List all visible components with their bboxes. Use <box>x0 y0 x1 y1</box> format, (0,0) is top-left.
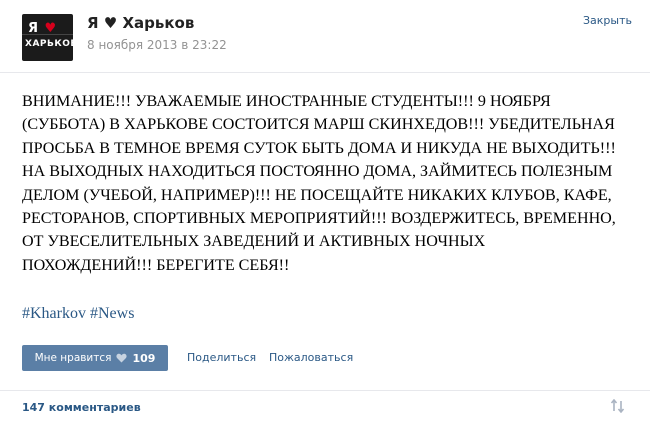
avatar-text-bottom: ХАРЬКОВ <box>25 39 73 49</box>
post-date[interactable]: 8 ноября 2013 в 23:22 <box>87 38 227 52</box>
post-text: ВНИМАНИЕ!!! УВАЖАЕМЫЕ ИНОСТРАННЫЕ СТУДЕН… <box>22 90 634 277</box>
avatar[interactable]: Я ♥ ХАРЬКОВ <box>22 14 73 61</box>
post-text-line: ПОХОЖДЕНИЙ!!! БЕРЕГИТЕ СЕБЯ!! <box>22 256 290 274</box>
like-button[interactable]: Мне нравится 109 <box>22 345 168 371</box>
post-text-line: НА ВЫХОДНЫХ НАХОДИТЬСЯ ПОСТОЯННО ДОМА, З… <box>22 163 613 181</box>
post-text-line: ОТ УВЕСЕЛИТЕЛЬНЫХ ЗАВЕДЕНИЙ И АКТИВНЫХ Н… <box>22 233 486 251</box>
post-text-line: (СУББОТА) В ХАРЬКОВЕ СОСТОИТСЯ МАРШ СКИН… <box>22 116 615 134</box>
heart-icon <box>116 353 128 363</box>
post-text-line: ДЕЛОМ (УЧЕБОЙ, НАПРИМЕР)!!! НЕ ПОСЕЩАЙТЕ… <box>22 186 612 204</box>
close-button[interactable]: Закрыть <box>583 14 632 27</box>
share-link[interactable]: Поделиться <box>187 351 256 364</box>
report-link[interactable]: Пожаловаться <box>269 351 353 364</box>
post-header: Я ♥ ХАРЬКОВ Я ♥ Харьков 8 ноября 2013 в … <box>0 0 650 73</box>
sort-arrows-icon[interactable] <box>610 399 626 413</box>
author-name[interactable]: Я ♥ Харьков <box>87 14 194 32</box>
divider <box>0 390 650 391</box>
post-text-line: ВНИМАНИЕ!!! УВАЖАЕМЫЕ ИНОСТРАННЫЕ СТУДЕН… <box>22 93 551 110</box>
hashtags: #Kharkov #News <box>22 305 138 323</box>
post-text-line: ПРОСЬБА В ТЕМНОЕ ВРЕМЯ СУТОК БЫТЬ ДОМА И… <box>22 139 616 157</box>
hashtag-link[interactable]: #Kharkov <box>22 305 86 322</box>
post-text-line: РЕСТОРАНОВ, СПОРТИВНЫХ МЕРОПРИЯТИЙ!!! ВО… <box>22 210 616 228</box>
post-card: Я ♥ ХАРЬКОВ Я ♥ Харьков 8 ноября 2013 в … <box>0 0 650 427</box>
hashtag-link[interactable]: #News <box>90 305 134 322</box>
avatar-divider <box>22 34 73 35</box>
comments-count-link[interactable]: 147 комментариев <box>22 401 141 414</box>
like-count: 109 <box>132 351 156 365</box>
like-label: Мне нравится <box>34 352 112 364</box>
